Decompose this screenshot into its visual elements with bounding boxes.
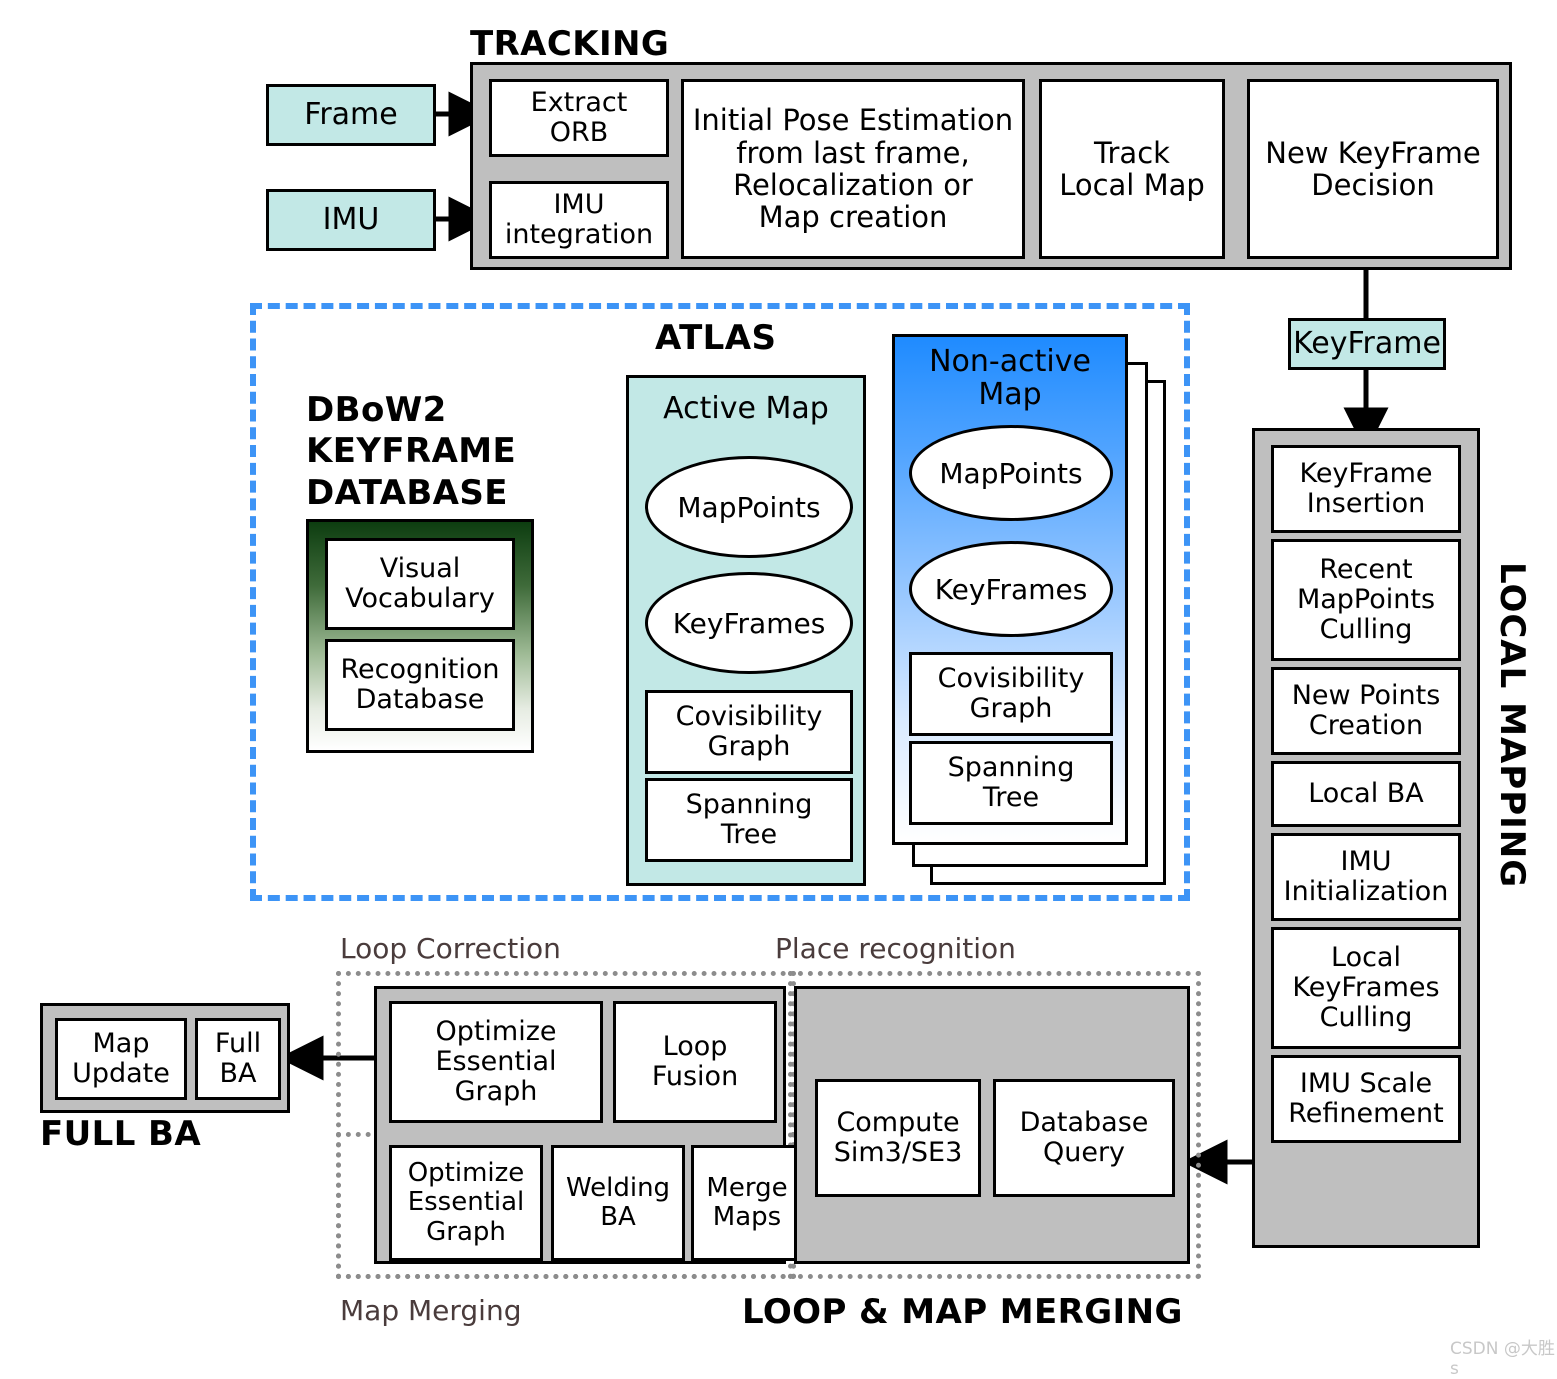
local-mapping-item-3[interactable]: Local BA (1271, 761, 1461, 827)
extract-orb-box[interactable]: Extract ORB (489, 79, 669, 157)
map-merging-optimize-essential-graph-box[interactable]: Optimize Essential Graph (389, 1145, 543, 1261)
loop-fusion-box[interactable]: Loop Fusion (613, 1001, 777, 1123)
dbow2-database-panel: Visual Vocabulary Recognition Database (306, 519, 534, 753)
nonactive-map-panel: Non-active Map MapPoints KeyFrames Covis… (892, 334, 1128, 845)
nonactive-map-label: Non-active Map (929, 344, 1091, 412)
initial-pose-estimation-box[interactable]: Initial Pose Estimation from last frame,… (681, 79, 1025, 259)
place-recognition-gray-panel: Compute Sim3/SE3 Database Query (794, 986, 1190, 1264)
tracking-title: TRACKING (470, 24, 670, 64)
nonactive-map-mappoints-ellipse[interactable]: MapPoints (909, 425, 1113, 521)
watermark: CSDN @大胜s (1450, 1339, 1555, 1379)
loop-map-merging-title: LOOP & MAP MERGING (742, 1292, 1183, 1332)
loop-correction-label: Loop Correction (340, 932, 561, 965)
track-local-map-box[interactable]: Track Local Map (1039, 79, 1225, 259)
database-query-box[interactable]: Database Query (993, 1079, 1175, 1197)
nonactive-map-covisibility-graph-box[interactable]: Covisibility Graph (909, 652, 1113, 736)
nonactive-map-keyframes-ellipse[interactable]: KeyFrames (909, 541, 1113, 637)
imu-integration-box[interactable]: IMU integration (489, 181, 669, 259)
compute-sim3-se3-box[interactable]: Compute Sim3/SE3 (815, 1079, 981, 1197)
tracking-panel: Extract ORB IMU integration Initial Pose… (470, 62, 1512, 270)
frame-label: Frame (304, 97, 398, 133)
keyframe-label: KeyFrame (1293, 326, 1441, 362)
local-mapping-item-2[interactable]: New Points Creation (1271, 667, 1461, 755)
loop-correction-optimize-essential-graph-box[interactable]: Optimize Essential Graph (389, 1001, 603, 1123)
local-mapping-item-6[interactable]: IMU Scale Refinement (1271, 1055, 1461, 1143)
keyframe-token-box[interactable]: KeyFrame (1288, 318, 1446, 370)
local-mapping-title: LOCAL MAPPING (1492, 562, 1532, 889)
place-recognition-label: Place recognition (775, 932, 1016, 965)
imu-label: IMU (322, 202, 380, 238)
full-ba-box[interactable]: Full BA (195, 1018, 281, 1100)
dbow2-heading: DBoW2 KEYFRAME DATABASE (306, 390, 517, 513)
local-mapping-panel: KeyFrame Insertion Recent MapPoints Cull… (1252, 428, 1480, 1248)
new-keyframe-decision-box[interactable]: New KeyFrame Decision (1247, 79, 1499, 259)
frame-input-box[interactable]: Frame (266, 84, 436, 146)
nonactive-map-spanning-tree-box[interactable]: Spanning Tree (909, 741, 1113, 825)
recognition-database-box[interactable]: Recognition Database (325, 639, 515, 731)
loop-merge-gray-panel: Optimize Essential Graph Loop Fusion Opt… (374, 986, 803, 1264)
active-map-spanning-tree-box[interactable]: Spanning Tree (645, 778, 853, 862)
local-mapping-item-0[interactable]: KeyFrame Insertion (1271, 445, 1461, 533)
full-ba-title: FULL BA (40, 1114, 202, 1154)
local-mapping-item-4[interactable]: IMU Initialization (1271, 833, 1461, 921)
map-update-box[interactable]: Map Update (55, 1018, 187, 1100)
visual-vocabulary-box[interactable]: Visual Vocabulary (325, 538, 515, 630)
atlas-title: ATLAS (655, 318, 777, 358)
merge-maps-box[interactable]: Merge Maps (691, 1145, 803, 1261)
full-ba-panel: Map Update Full BA (40, 1003, 290, 1113)
active-map-label: Active Map (663, 391, 829, 426)
imu-input-box[interactable]: IMU (266, 189, 436, 251)
active-map-mappoints-ellipse[interactable]: MapPoints (645, 456, 853, 558)
active-map-covisibility-graph-box[interactable]: Covisibility Graph (645, 690, 853, 774)
active-map-panel: Active Map MapPoints KeyFrames Covisibil… (626, 375, 866, 886)
welding-ba-box[interactable]: Welding BA (551, 1145, 685, 1261)
local-mapping-item-1[interactable]: Recent MapPoints Culling (1271, 539, 1461, 661)
active-map-keyframes-ellipse[interactable]: KeyFrames (645, 572, 853, 674)
map-merging-label: Map Merging (340, 1294, 522, 1327)
local-mapping-item-5[interactable]: Local KeyFrames Culling (1271, 927, 1461, 1049)
